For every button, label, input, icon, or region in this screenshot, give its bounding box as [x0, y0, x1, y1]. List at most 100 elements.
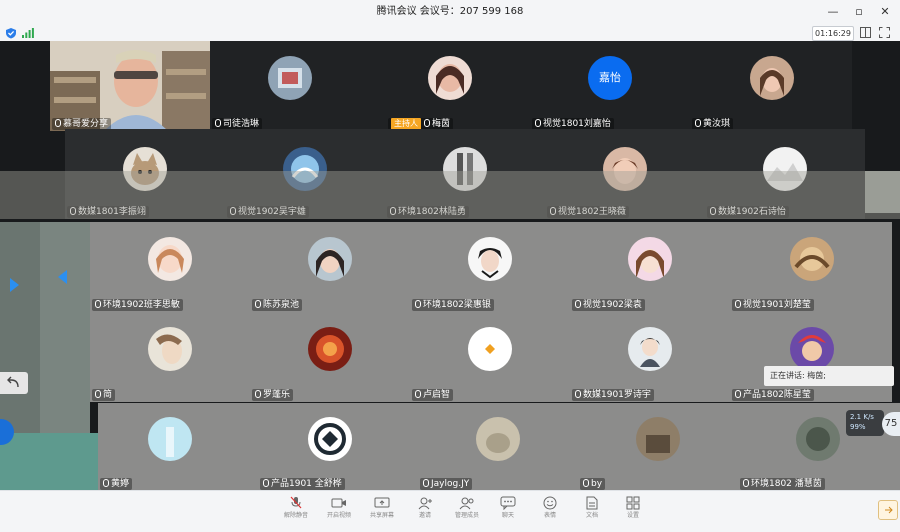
share-screen-button[interactable]: 共享屏幕	[365, 496, 399, 528]
mic-icon	[95, 390, 101, 398]
mic-icon	[55, 119, 61, 127]
mic-icon	[575, 390, 581, 398]
avatar	[308, 417, 352, 461]
participant-tile[interactable]: 罗蓬乐	[250, 312, 410, 402]
undo-icon	[7, 376, 19, 388]
avatar	[790, 237, 834, 281]
participant-name: 罗蓬乐	[252, 389, 294, 401]
arrow-right-icon[interactable]	[10, 278, 19, 292]
participant-name: 简	[92, 389, 116, 401]
signal-icon	[22, 28, 34, 38]
mic-icon	[215, 119, 221, 127]
smile-icon	[543, 496, 557, 510]
arrow-left-icon[interactable]	[58, 270, 67, 284]
reaction-button[interactable]: 表情	[533, 496, 567, 528]
participant-name: 环境1902班李思敏	[92, 299, 183, 311]
participant-tile[interactable]: 产品1802陈星莹	[730, 312, 892, 402]
chat-button[interactable]: 聊天	[491, 496, 525, 528]
avatar	[750, 56, 794, 100]
participant-tile[interactable]: Jaylog.JY	[418, 403, 578, 490]
camera-icon	[331, 498, 346, 508]
mic-icon	[255, 300, 261, 308]
document-icon	[586, 496, 598, 510]
participant-tile[interactable]: 主持人 梅茵	[370, 41, 530, 131]
mic-icon	[263, 479, 269, 487]
mic-icon	[415, 390, 421, 398]
mic-icon	[735, 300, 741, 308]
close-button[interactable]: ✕	[872, 0, 898, 24]
left-panel	[0, 222, 40, 440]
avatar	[796, 417, 840, 461]
mic-icon	[95, 300, 101, 308]
participant-tile[interactable]: 环境1802梁惠银	[410, 222, 570, 312]
participant-tile[interactable]: 陈苏泉池	[250, 222, 410, 312]
participant-tile[interactable]: 简	[90, 312, 250, 402]
participant-name: 产品1901 全舒桦	[260, 478, 345, 490]
exit-icon	[885, 506, 893, 514]
avatar: 嘉怡	[588, 56, 632, 100]
participant-tile[interactable]: 视觉1902梁袁	[570, 222, 730, 312]
mute-button[interactable]: 解除静音	[279, 496, 313, 528]
glitch-band	[865, 171, 900, 213]
participant-tile[interactable]: 慕哥爱分享	[50, 41, 210, 131]
members-icon	[459, 497, 474, 510]
mic-icon	[535, 119, 541, 127]
meeting-timer: 01:16:29	[812, 26, 854, 41]
status-strip	[0, 24, 900, 42]
video-grid: 慕哥爱分享 司徒浩琳 主持人 梅茵 嘉怡 视觉1801刘嘉怡 黄汝琪 数媒1801…	[0, 41, 900, 490]
mic-icon	[735, 390, 741, 398]
manage-members-button[interactable]: 管理成员	[450, 496, 484, 528]
participant-tile[interactable]: 环境1902班李思敏	[90, 222, 250, 312]
invite-button[interactable]: 邀请	[408, 496, 442, 528]
participant-name: 视觉1901刘楚莹	[732, 299, 814, 311]
avatar	[468, 327, 512, 371]
speaking-text: 正在讲话: 梅茵;	[770, 371, 826, 380]
title-bar: 腾讯会议 会议号：207 599 168 — ▫ ✕	[0, 0, 900, 24]
participant-name: 产品1802陈星莹	[732, 389, 814, 401]
document-button[interactable]: 文档	[575, 496, 609, 528]
mic-icon	[423, 479, 429, 487]
avatar	[308, 327, 352, 371]
shield-icon[interactable]	[5, 27, 17, 39]
video-button[interactable]: 开启视频	[322, 496, 356, 528]
mic-icon	[695, 119, 701, 127]
avatar	[790, 327, 834, 371]
participant-name: by	[580, 478, 606, 490]
mic-icon	[415, 300, 421, 308]
participant-tile[interactable]: by	[578, 403, 738, 490]
mic-icon	[103, 479, 109, 487]
participant-tile[interactable]: 黄汝琪	[690, 41, 852, 131]
participant-tile[interactable]: 数媒1901罗诗宇	[570, 312, 730, 402]
invite-icon	[418, 497, 432, 510]
mic-icon	[575, 300, 581, 308]
fullscreen-icon[interactable]	[879, 27, 890, 38]
avatar	[476, 417, 520, 461]
network-speed: 2.1 K/s 99%	[850, 413, 874, 431]
participant-tile[interactable]: 产品1901 全舒桦	[258, 403, 418, 490]
settings-button[interactable]: 设置	[616, 496, 650, 528]
participant-tile[interactable]: 嘉怡 视觉1801刘嘉怡	[530, 41, 690, 131]
participant-name: 卢启智	[412, 389, 454, 401]
avatar	[148, 417, 192, 461]
back-button[interactable]	[0, 372, 28, 394]
minimize-button[interactable]: —	[820, 0, 846, 24]
maximize-button[interactable]: ▫	[846, 0, 872, 24]
avatar	[636, 417, 680, 461]
grid-settings-icon	[626, 496, 640, 510]
avatar	[148, 237, 192, 281]
mic-icon	[583, 479, 589, 487]
participant-tile[interactable]: 黄婷	[98, 403, 258, 490]
participant-name: 环境1802梁惠银	[412, 299, 494, 311]
avatar	[628, 237, 672, 281]
participant-tile[interactable]: 司徒浩琳	[210, 41, 370, 131]
participant-name: 黄婷	[100, 478, 133, 490]
mic-off-icon	[290, 496, 302, 509]
participant-name: 视觉1902梁袁	[572, 299, 645, 311]
side-counter[interactable]: 75	[882, 412, 900, 436]
participant-tile[interactable]: 卢启智	[410, 312, 570, 402]
participant-tile[interactable]: 视觉1901刘楚莹	[730, 222, 892, 312]
participant-name: 环境1802 潘慧茵	[740, 478, 825, 490]
end-meeting-button[interactable]	[878, 500, 898, 520]
layout-icon[interactable]	[860, 27, 871, 38]
left-panel	[40, 222, 90, 440]
